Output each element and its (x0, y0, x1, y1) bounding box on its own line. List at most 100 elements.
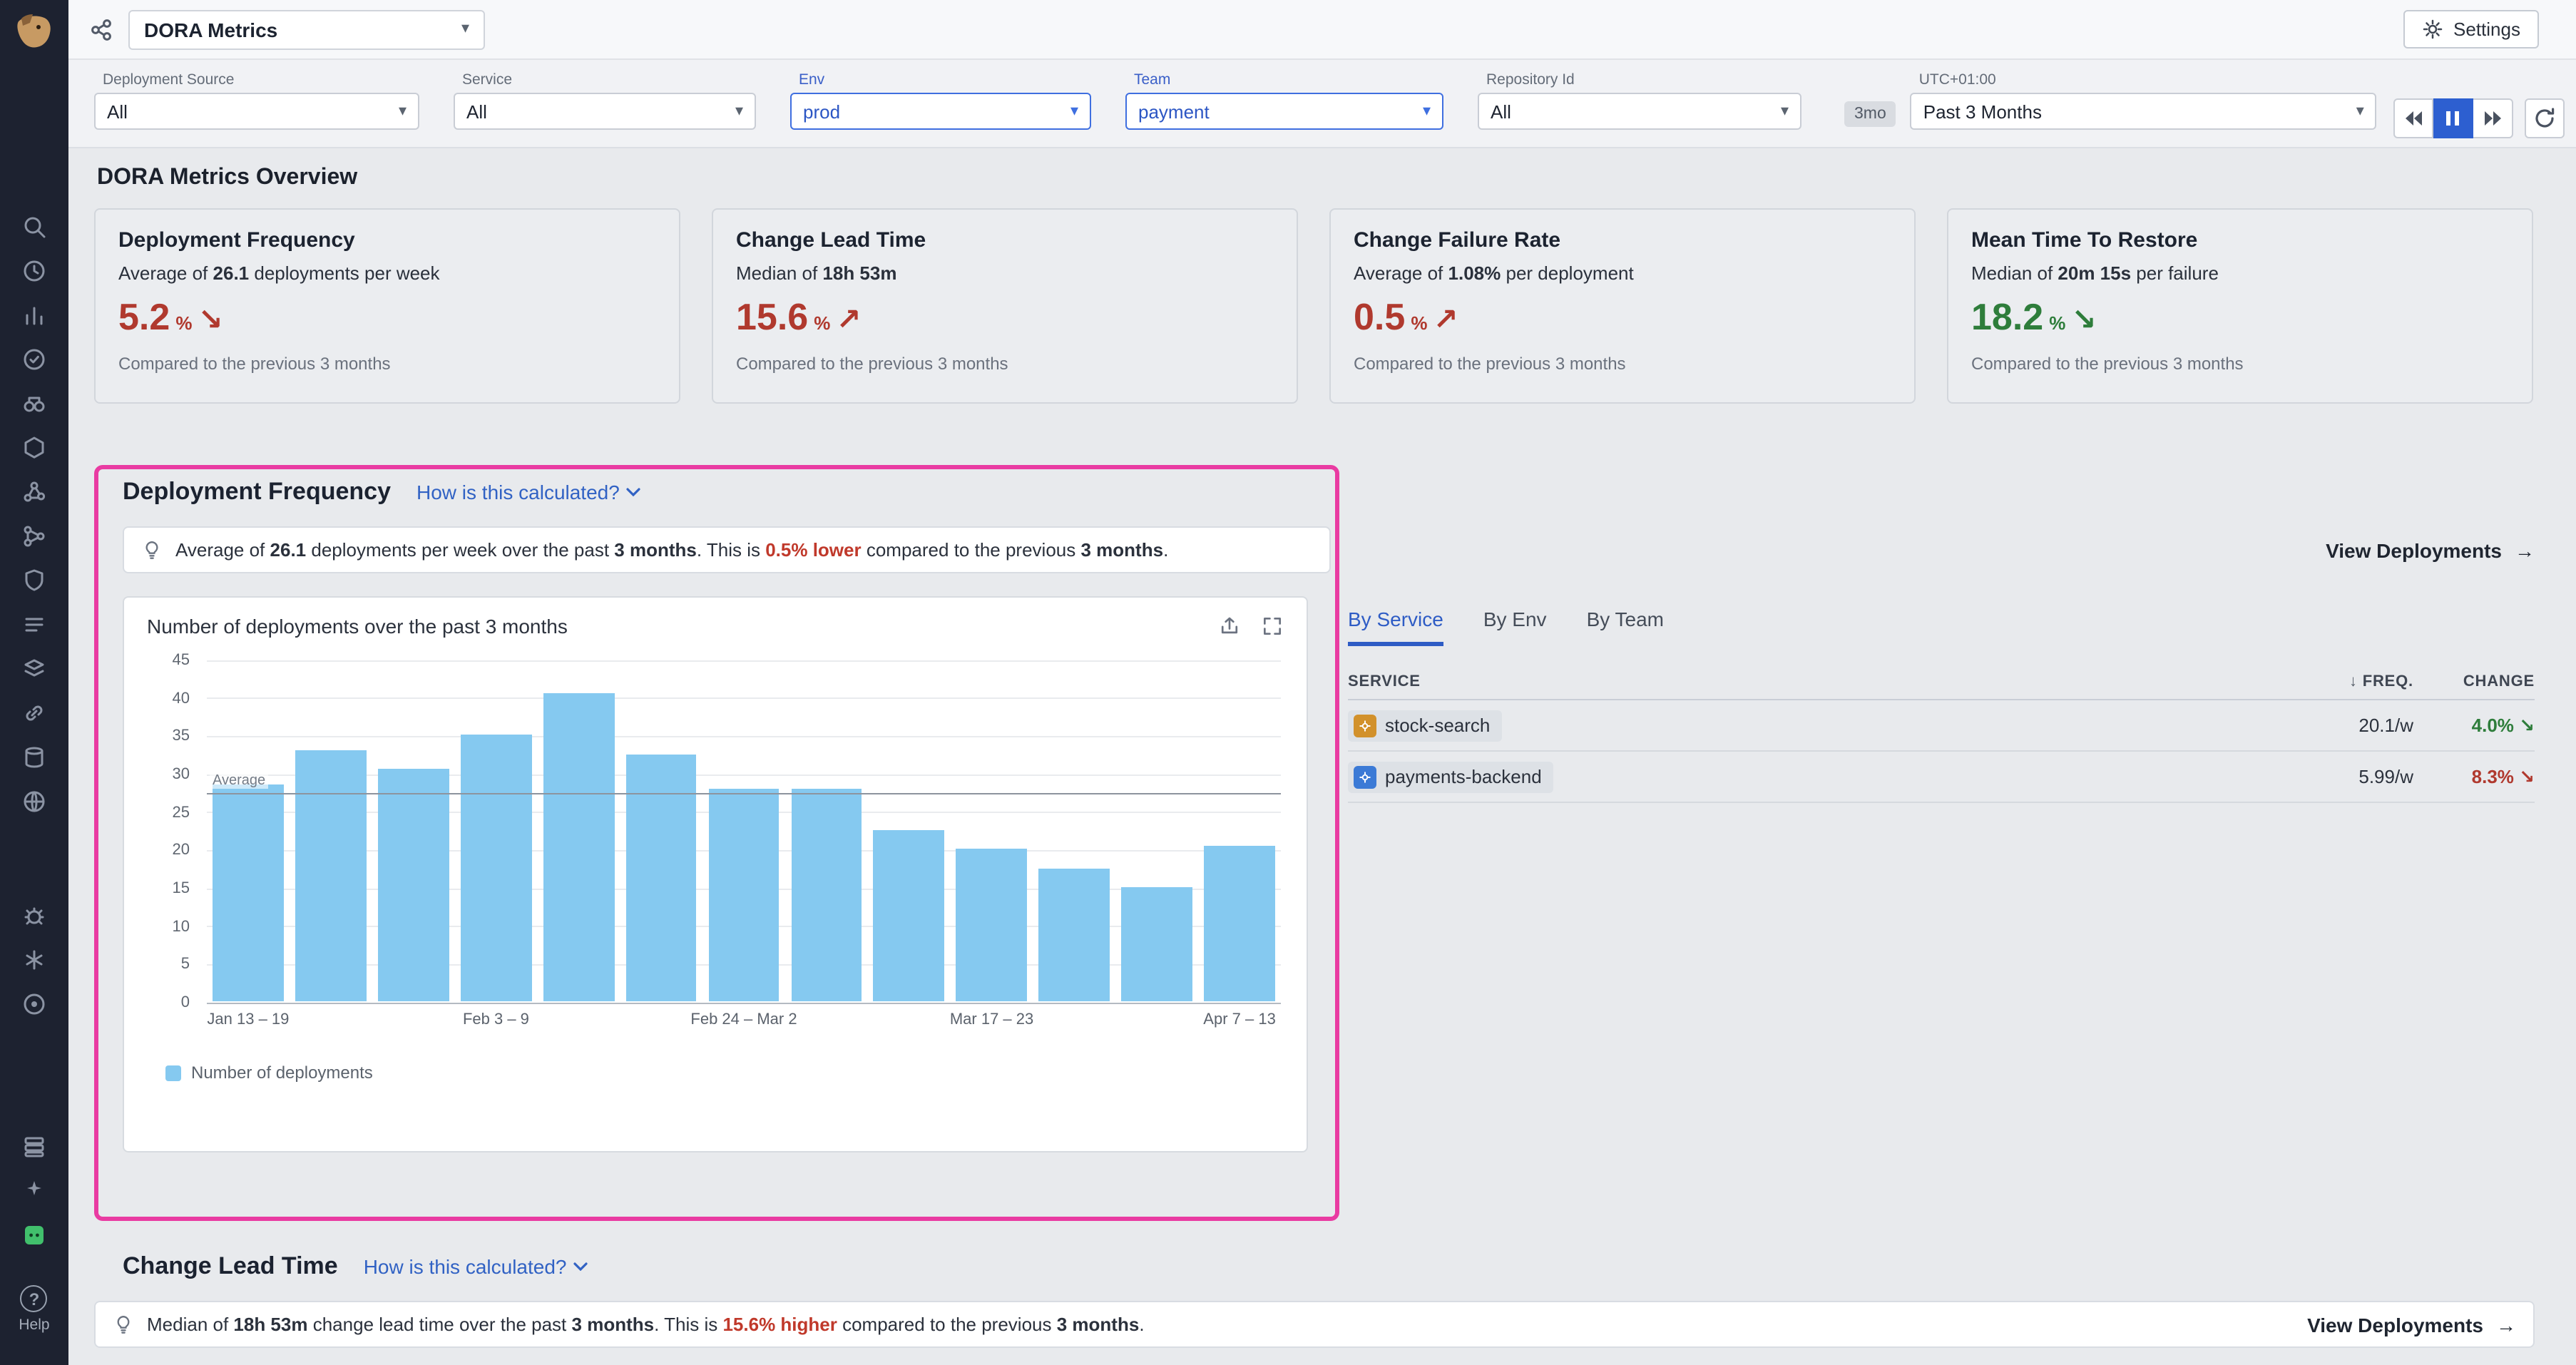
card-delta: 15.6 % ↗ (736, 295, 1274, 339)
help-icon[interactable] (21, 1285, 48, 1312)
deployment-bar[interactable] (295, 750, 367, 1001)
deployment-bar[interactable] (461, 735, 532, 1001)
settings-button[interactable]: Settings (2403, 10, 2539, 48)
bar-chart: 051015202530354045 Average (147, 660, 1284, 1003)
delta-unit: % (1411, 312, 1427, 334)
team-select[interactable]: payment (1125, 93, 1443, 130)
monitors-icon[interactable] (21, 347, 47, 372)
bits-ai-icon[interactable] (21, 1222, 47, 1248)
filter-label: Repository Id (1486, 71, 1801, 88)
trend-arrow-icon: ↘ (2519, 765, 2535, 787)
legend-label: Number of deployments (191, 1063, 373, 1083)
infrastructure-icon[interactable] (21, 435, 47, 461)
time-controls: 3mo UTC+01:00 Past 3 Months (1844, 71, 2565, 147)
time-range-select[interactable]: Past 3 Months (1911, 93, 2377, 130)
deployment-bar[interactable] (378, 770, 449, 1001)
tab-by-team[interactable]: By Team (1587, 608, 1664, 646)
logs-icon[interactable] (21, 612, 47, 638)
deployment-bar[interactable] (543, 693, 614, 1001)
service-name: payments-backend (1385, 766, 1542, 787)
service-chip[interactable]: payments-backend (1348, 761, 1553, 792)
dashboard-title-select[interactable]: DORA Metrics (128, 9, 485, 49)
deployment-frequency-right-column: View Deployments → By Service By Env By … (1348, 526, 2535, 1152)
apm-icon[interactable] (21, 479, 47, 505)
column-change[interactable]: CHANGE (2413, 673, 2535, 690)
software-delivery-icon[interactable] (21, 656, 47, 682)
filter-value: prod (803, 101, 840, 122)
pause-button[interactable] (2434, 98, 2474, 138)
app-root: Help DORA Metrics Settings (0, 0, 2576, 1365)
time-range-value: Past 3 Months (1923, 101, 2042, 122)
deployment-bar[interactable] (874, 830, 945, 1001)
table-row[interactable]: stock-search 20.1/w 4.0% ↘ (1348, 700, 2535, 752)
metrics-icon[interactable] (21, 302, 47, 328)
rewind-button[interactable] (2394, 98, 2434, 138)
deployment-bar[interactable] (213, 784, 284, 1001)
summary-text: Average of 26.1 deployments per week ove… (175, 539, 1168, 561)
deployment-bar[interactable] (956, 849, 1028, 1001)
time-range-badge: 3mo (1844, 101, 1896, 127)
deployment-source-select[interactable]: All (94, 93, 419, 130)
tab-by-service[interactable]: By Service (1348, 608, 1443, 646)
integrations-icon[interactable] (21, 700, 47, 726)
average-line (207, 794, 1281, 795)
card-title: Mean Time To Restore (1971, 228, 2509, 252)
env-select[interactable]: prod (790, 93, 1091, 130)
playback-controls (2394, 98, 2514, 138)
y-tick-label: 10 (173, 918, 190, 935)
expand-icon[interactable] (1261, 615, 1284, 638)
watchdog-icon[interactable] (21, 391, 47, 416)
column-freq[interactable]: ↓ FREQ. (2271, 673, 2413, 690)
refresh-button[interactable] (2525, 98, 2565, 138)
forward-button[interactable] (2474, 98, 2514, 138)
arrow-right-icon: → (2496, 1313, 2516, 1336)
security-icon[interactable] (21, 568, 47, 593)
dashboard-link-icon[interactable] (88, 16, 114, 42)
export-icon[interactable] (1218, 615, 1241, 638)
view-deployments-link[interactable]: View Deployments → (2326, 538, 2535, 561)
filter-bar: Deployment Source All Service All Env pr… (68, 60, 2576, 148)
record-icon[interactable] (21, 991, 47, 1017)
ci-pipelines-icon[interactable] (21, 523, 47, 549)
card-mean-time-to-restore[interactable]: Mean Time To Restore Median of 20m 15s p… (1947, 208, 2533, 404)
service-select[interactable]: All (454, 93, 756, 130)
database-icon[interactable] (21, 745, 47, 770)
filter-service: Service All (454, 71, 756, 147)
sparkles-icon[interactable] (21, 1178, 47, 1204)
card-footer: Compared to the previous 3 months (1354, 354, 1891, 374)
sidebar-nav-tertiary (21, 1134, 47, 1248)
column-service[interactable]: SERVICE (1348, 673, 2271, 690)
search-icon[interactable] (21, 214, 47, 240)
service-chip[interactable]: stock-search (1348, 710, 1501, 741)
deployment-bar[interactable] (708, 788, 780, 1001)
datadog-logo[interactable] (10, 10, 58, 58)
deployment-bar[interactable] (1039, 868, 1110, 1001)
card-deployment-frequency[interactable]: Deployment Frequency Average of 26.1 dep… (94, 208, 680, 404)
help-group: Help (19, 1285, 49, 1334)
deployment-bar[interactable] (791, 788, 862, 1001)
table-row[interactable]: payments-backend 5.99/w 8.3% ↘ (1348, 752, 2535, 803)
card-change-lead-time[interactable]: Change Lead Time Median of 18h 53m 15.6 … (712, 208, 1298, 404)
history-icon[interactable] (21, 258, 47, 284)
repository-id-select[interactable]: All (1478, 93, 1801, 130)
view-deployments-link[interactable]: View Deployments → (2307, 1313, 2516, 1336)
card-title: Change Lead Time (736, 228, 1274, 252)
top-bar-left: DORA Metrics (88, 9, 2403, 49)
x-tick-label: Feb 3 – 9 (463, 1011, 529, 1028)
delta-unit: % (2049, 312, 2065, 334)
synthetics-icon[interactable] (21, 789, 47, 814)
deployment-bar[interactable] (1204, 845, 1275, 1001)
y-tick-label: 15 (173, 880, 190, 897)
service-frequency: 20.1/w (2271, 715, 2413, 736)
card-change-failure-rate[interactable]: Change Failure Rate Average of 1.08% per… (1329, 208, 1916, 404)
how-is-this-calculated-link[interactable]: How is this calculated? (416, 481, 641, 503)
filter-value: All (107, 101, 128, 122)
kubernetes-icon[interactable] (21, 947, 47, 973)
resource-stack-icon[interactable] (21, 1134, 47, 1160)
y-tick-label: 20 (173, 842, 190, 859)
deployment-bar[interactable] (625, 754, 697, 1001)
error-tracking-icon[interactable] (21, 903, 47, 929)
tab-by-env[interactable]: By Env (1483, 608, 1547, 646)
how-is-this-calculated-link[interactable]: How is this calculated? (364, 1255, 588, 1278)
deployment-bar[interactable] (1121, 887, 1192, 1001)
